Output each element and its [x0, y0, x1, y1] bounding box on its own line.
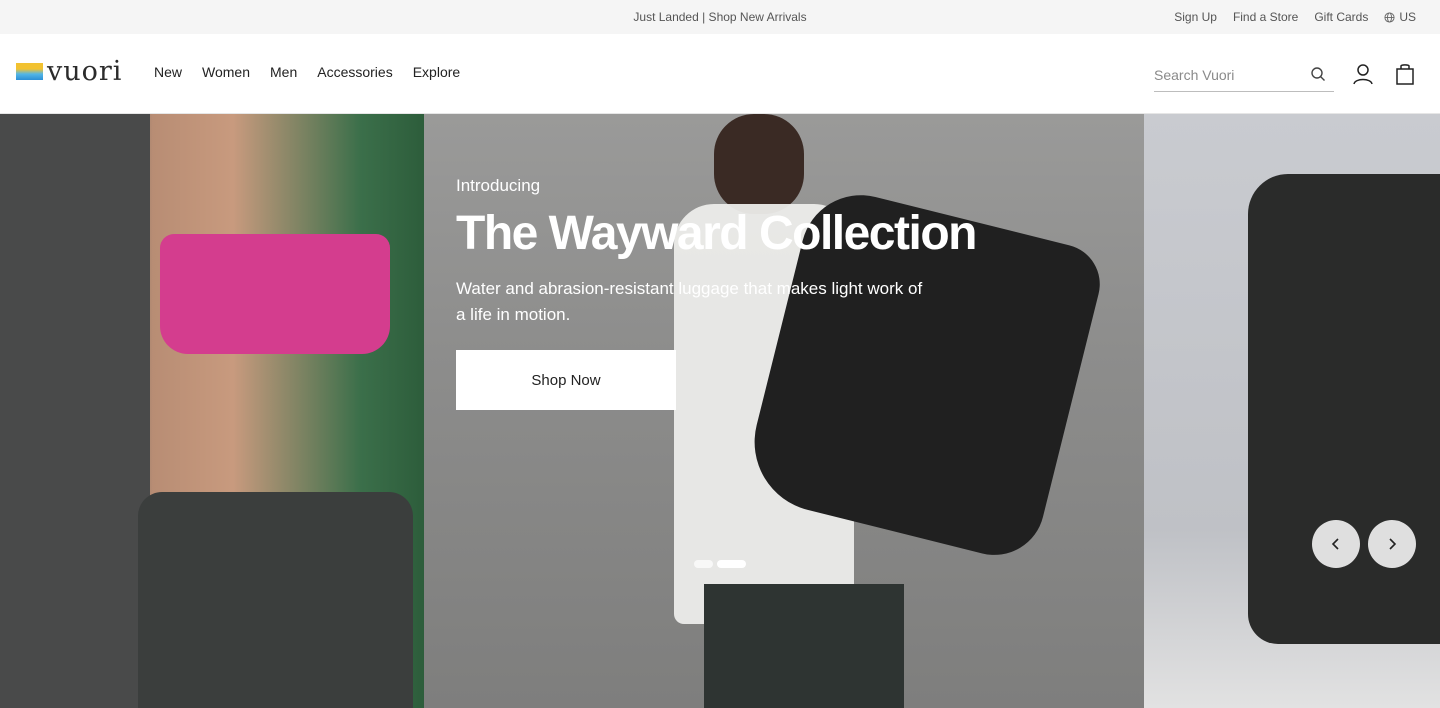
hero-image-left [0, 114, 424, 708]
vuori-logo[interactable]: vuori [16, 58, 122, 85]
hero-copy: Introducing The Wayward Collection Water… [456, 176, 977, 328]
photo-shape [1248, 174, 1440, 644]
photo-shape [160, 234, 390, 354]
shop-now-button[interactable]: Shop Now [456, 350, 676, 410]
photo-shape [704, 584, 904, 708]
main-nav: New Women Men Accessories Explore [154, 64, 460, 80]
chevron-right-icon [1389, 538, 1397, 550]
nav-item-men[interactable]: Men [270, 64, 297, 80]
hero-image-right [1144, 114, 1440, 708]
region-label: US [1399, 10, 1416, 24]
nav-item-accessories[interactable]: Accessories [317, 64, 392, 80]
search-icon[interactable] [1310, 66, 1326, 82]
shopping-bag-icon[interactable] [1396, 63, 1414, 85]
search-box [1154, 64, 1334, 92]
user-icon[interactable] [1352, 63, 1374, 85]
nav-item-new[interactable]: New [154, 64, 182, 80]
globe-icon [1384, 11, 1395, 23]
search-input[interactable] [1154, 64, 1304, 86]
carousel-dot-2[interactable] [717, 560, 746, 568]
carousel-dot-1[interactable] [694, 560, 713, 568]
carousel-dots [694, 560, 746, 568]
find-store-link[interactable]: Find a Store [1233, 10, 1298, 24]
nav-item-explore[interactable]: Explore [413, 64, 460, 80]
hero-title: The Wayward Collection [456, 207, 977, 260]
hero-description: Water and abrasion-resistant luggage tha… [456, 279, 923, 324]
chevron-left-icon [1331, 538, 1339, 550]
photo-shape [0, 114, 150, 708]
region-selector[interactable]: US [1384, 10, 1416, 24]
carousel-prev-button[interactable] [1312, 520, 1360, 568]
logo-wordmark: vuori [47, 56, 123, 87]
site-header: vuori New Women Men Accessories Explore [0, 34, 1440, 114]
photo-shape [138, 492, 413, 708]
logo-mark [16, 63, 43, 80]
nav-item-women[interactable]: Women [202, 64, 250, 80]
carousel-next-button[interactable] [1368, 520, 1416, 568]
gift-cards-link[interactable]: Gift Cards [1314, 10, 1368, 24]
utility-links: Sign Up Find a Store Gift Cards US [1174, 10, 1416, 24]
promo-bar: Just Landed | Shop New Arrivals Sign Up … [0, 0, 1440, 34]
hero-eyebrow: Introducing [456, 176, 541, 195]
sign-up-link[interactable]: Sign Up [1174, 10, 1217, 24]
